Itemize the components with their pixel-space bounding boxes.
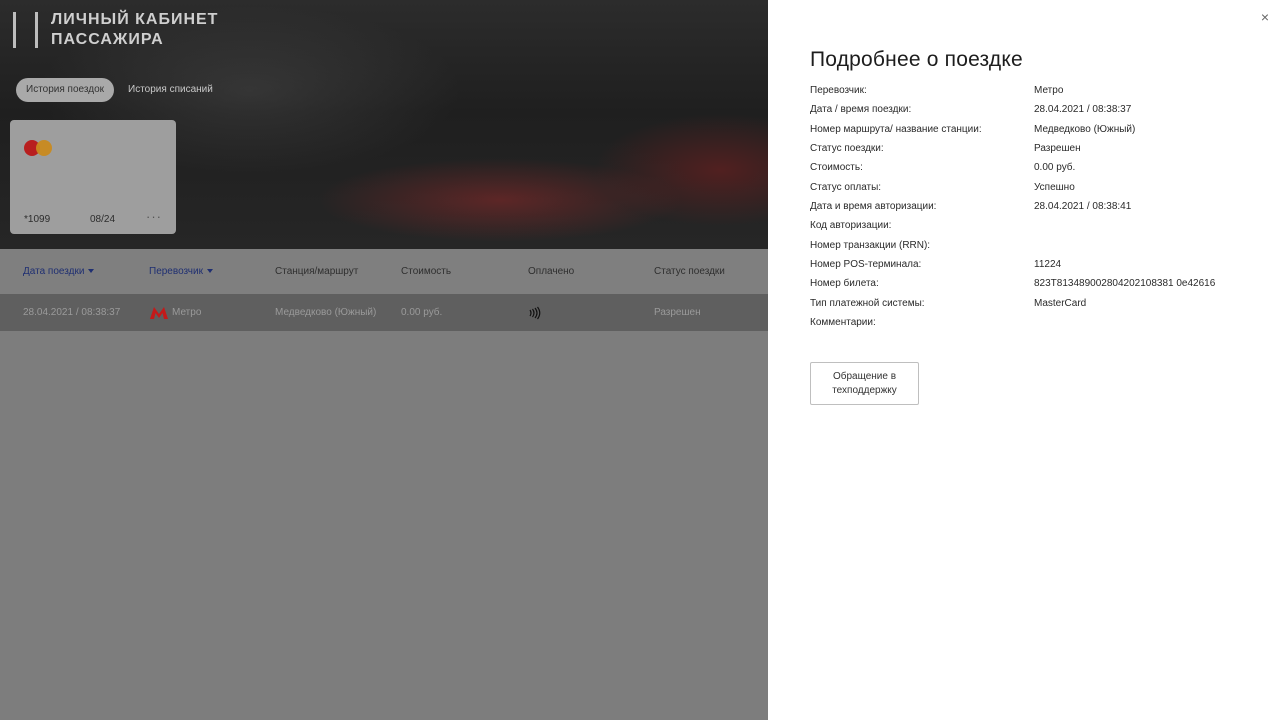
row-station: Медведково (Южный)	[275, 307, 377, 318]
detail-label: Тип платежной системы:	[810, 297, 925, 309]
detail-label: Стоимость:	[810, 162, 863, 174]
detail-label: Статус оплаты:	[810, 181, 882, 193]
detail-label: Номер маршрута/ название станции:	[810, 123, 982, 135]
detail-value: 28.04.2021 / 08:38:41	[1034, 201, 1132, 213]
close-icon[interactable]: ×	[1258, 10, 1272, 24]
column-date-sort[interactable]: Дата поездки	[23, 266, 95, 277]
detail-comments: Комментарии:	[810, 317, 1250, 336]
detail-label: Номер POS-терминала:	[810, 259, 922, 271]
tab-charge-history[interactable]: История списаний	[118, 78, 223, 102]
metro-icon	[150, 307, 168, 319]
column-carrier-label: Перевозчик	[149, 266, 203, 277]
bank-card[interactable]: *1099 08/24 ···	[10, 120, 176, 234]
detail-route-station: Номер маршрута/ название станции: Медведк…	[810, 124, 1250, 143]
card-expiry: 08/24	[90, 214, 116, 225]
logo-line-1: ЛИЧНЫЙ КАБИНЕТ	[51, 11, 219, 28]
sort-caret-icon	[206, 269, 213, 274]
support-request-button[interactable]: Обращение в техподдержку	[810, 362, 919, 405]
sort-caret-icon	[88, 269, 95, 274]
detail-ticket-number: Номер билета: 823T813489002804202108381 0…	[810, 278, 1250, 297]
history-tabs: История поездок История списаний	[16, 78, 223, 102]
logo-line-2: ПАССАЖИРА	[51, 31, 164, 48]
trip-details-panel: × Подробнее о поездке Перевозчик: Метро Д…	[768, 0, 1280, 720]
more-icon[interactable]: ···	[146, 209, 162, 224]
column-date-label: Дата поездки	[23, 266, 85, 277]
detail-payment-status: Статус оплаты: Успешно	[810, 182, 1250, 201]
row-carrier: Метро	[172, 307, 202, 318]
tab-trip-history[interactable]: История поездок	[16, 78, 115, 102]
detail-pos-terminal: Номер POS-терминала: 11224	[810, 259, 1250, 278]
logo-icon	[13, 12, 39, 48]
detail-carrier: Перевозчик: Метро	[810, 85, 1250, 104]
detail-value: Медведково (Южный)	[1034, 123, 1136, 135]
detail-value: 0.00 руб.	[1034, 162, 1076, 174]
card-number: *1099	[24, 214, 51, 225]
column-cost: Стоимость	[401, 266, 452, 277]
column-paid: Оплачено	[528, 266, 575, 277]
detail-value: MasterCard	[1034, 297, 1087, 309]
panel-title: Подробнее о поездке	[810, 48, 1023, 71]
detail-trip-datetime: Дата / время поездки: 28.04.2021 / 08:38:…	[810, 104, 1250, 123]
detail-label: Статус поездки:	[810, 143, 884, 155]
detail-payment-system: Тип платежной системы: MasterCard	[810, 298, 1250, 317]
column-carrier-sort[interactable]: Перевозчик	[149, 266, 213, 277]
detail-trip-status: Статус поездки: Разрешен	[810, 143, 1250, 162]
detail-cost: Стоимость: 0.00 руб.	[810, 162, 1250, 181]
detail-label: Номер билета:	[810, 278, 879, 290]
detail-value: Разрешен	[1034, 143, 1081, 155]
row-date: 28.04.2021 / 08:38:37	[23, 307, 121, 318]
detail-auth-datetime: Дата и время авторизации: 28.04.2021 / 08…	[810, 201, 1250, 220]
row-cost: 0.00 руб.	[401, 307, 443, 318]
detail-value: 823T813489002804202108381 0e42616	[1034, 278, 1216, 290]
detail-value: Метро	[1034, 85, 1064, 96]
row-status: Разрешен	[654, 307, 701, 318]
detail-auth-code: Код авторизации:	[810, 220, 1250, 239]
trip-details-list: Перевозчик: Метро Дата / время поездки: 28…	[810, 85, 1250, 336]
detail-label: Дата и время авторизации:	[810, 201, 937, 213]
detail-label: Номер транзакции (RRN):	[810, 239, 931, 251]
contactless-icon	[529, 306, 541, 320]
detail-value: 11224	[1034, 259, 1062, 271]
column-station: Станция/маршрут	[275, 266, 359, 277]
mastercard-icon	[24, 140, 54, 156]
app-logo[interactable]: ЛИЧНЫЙ КАБИНЕТ ПАССАЖИРА	[51, 10, 218, 50]
detail-label: Дата / время поездки:	[810, 104, 912, 116]
detail-value: Успешно	[1034, 181, 1075, 193]
detail-label: Комментарии:	[810, 317, 876, 329]
detail-rrn: Номер транзакции (RRN):	[810, 240, 1250, 259]
column-status: Статус поездки	[654, 266, 725, 277]
detail-value: 28.04.2021 / 08:38:37	[1034, 104, 1132, 116]
detail-label: Код авторизации:	[810, 220, 892, 232]
detail-label: Перевозчик:	[810, 85, 867, 96]
